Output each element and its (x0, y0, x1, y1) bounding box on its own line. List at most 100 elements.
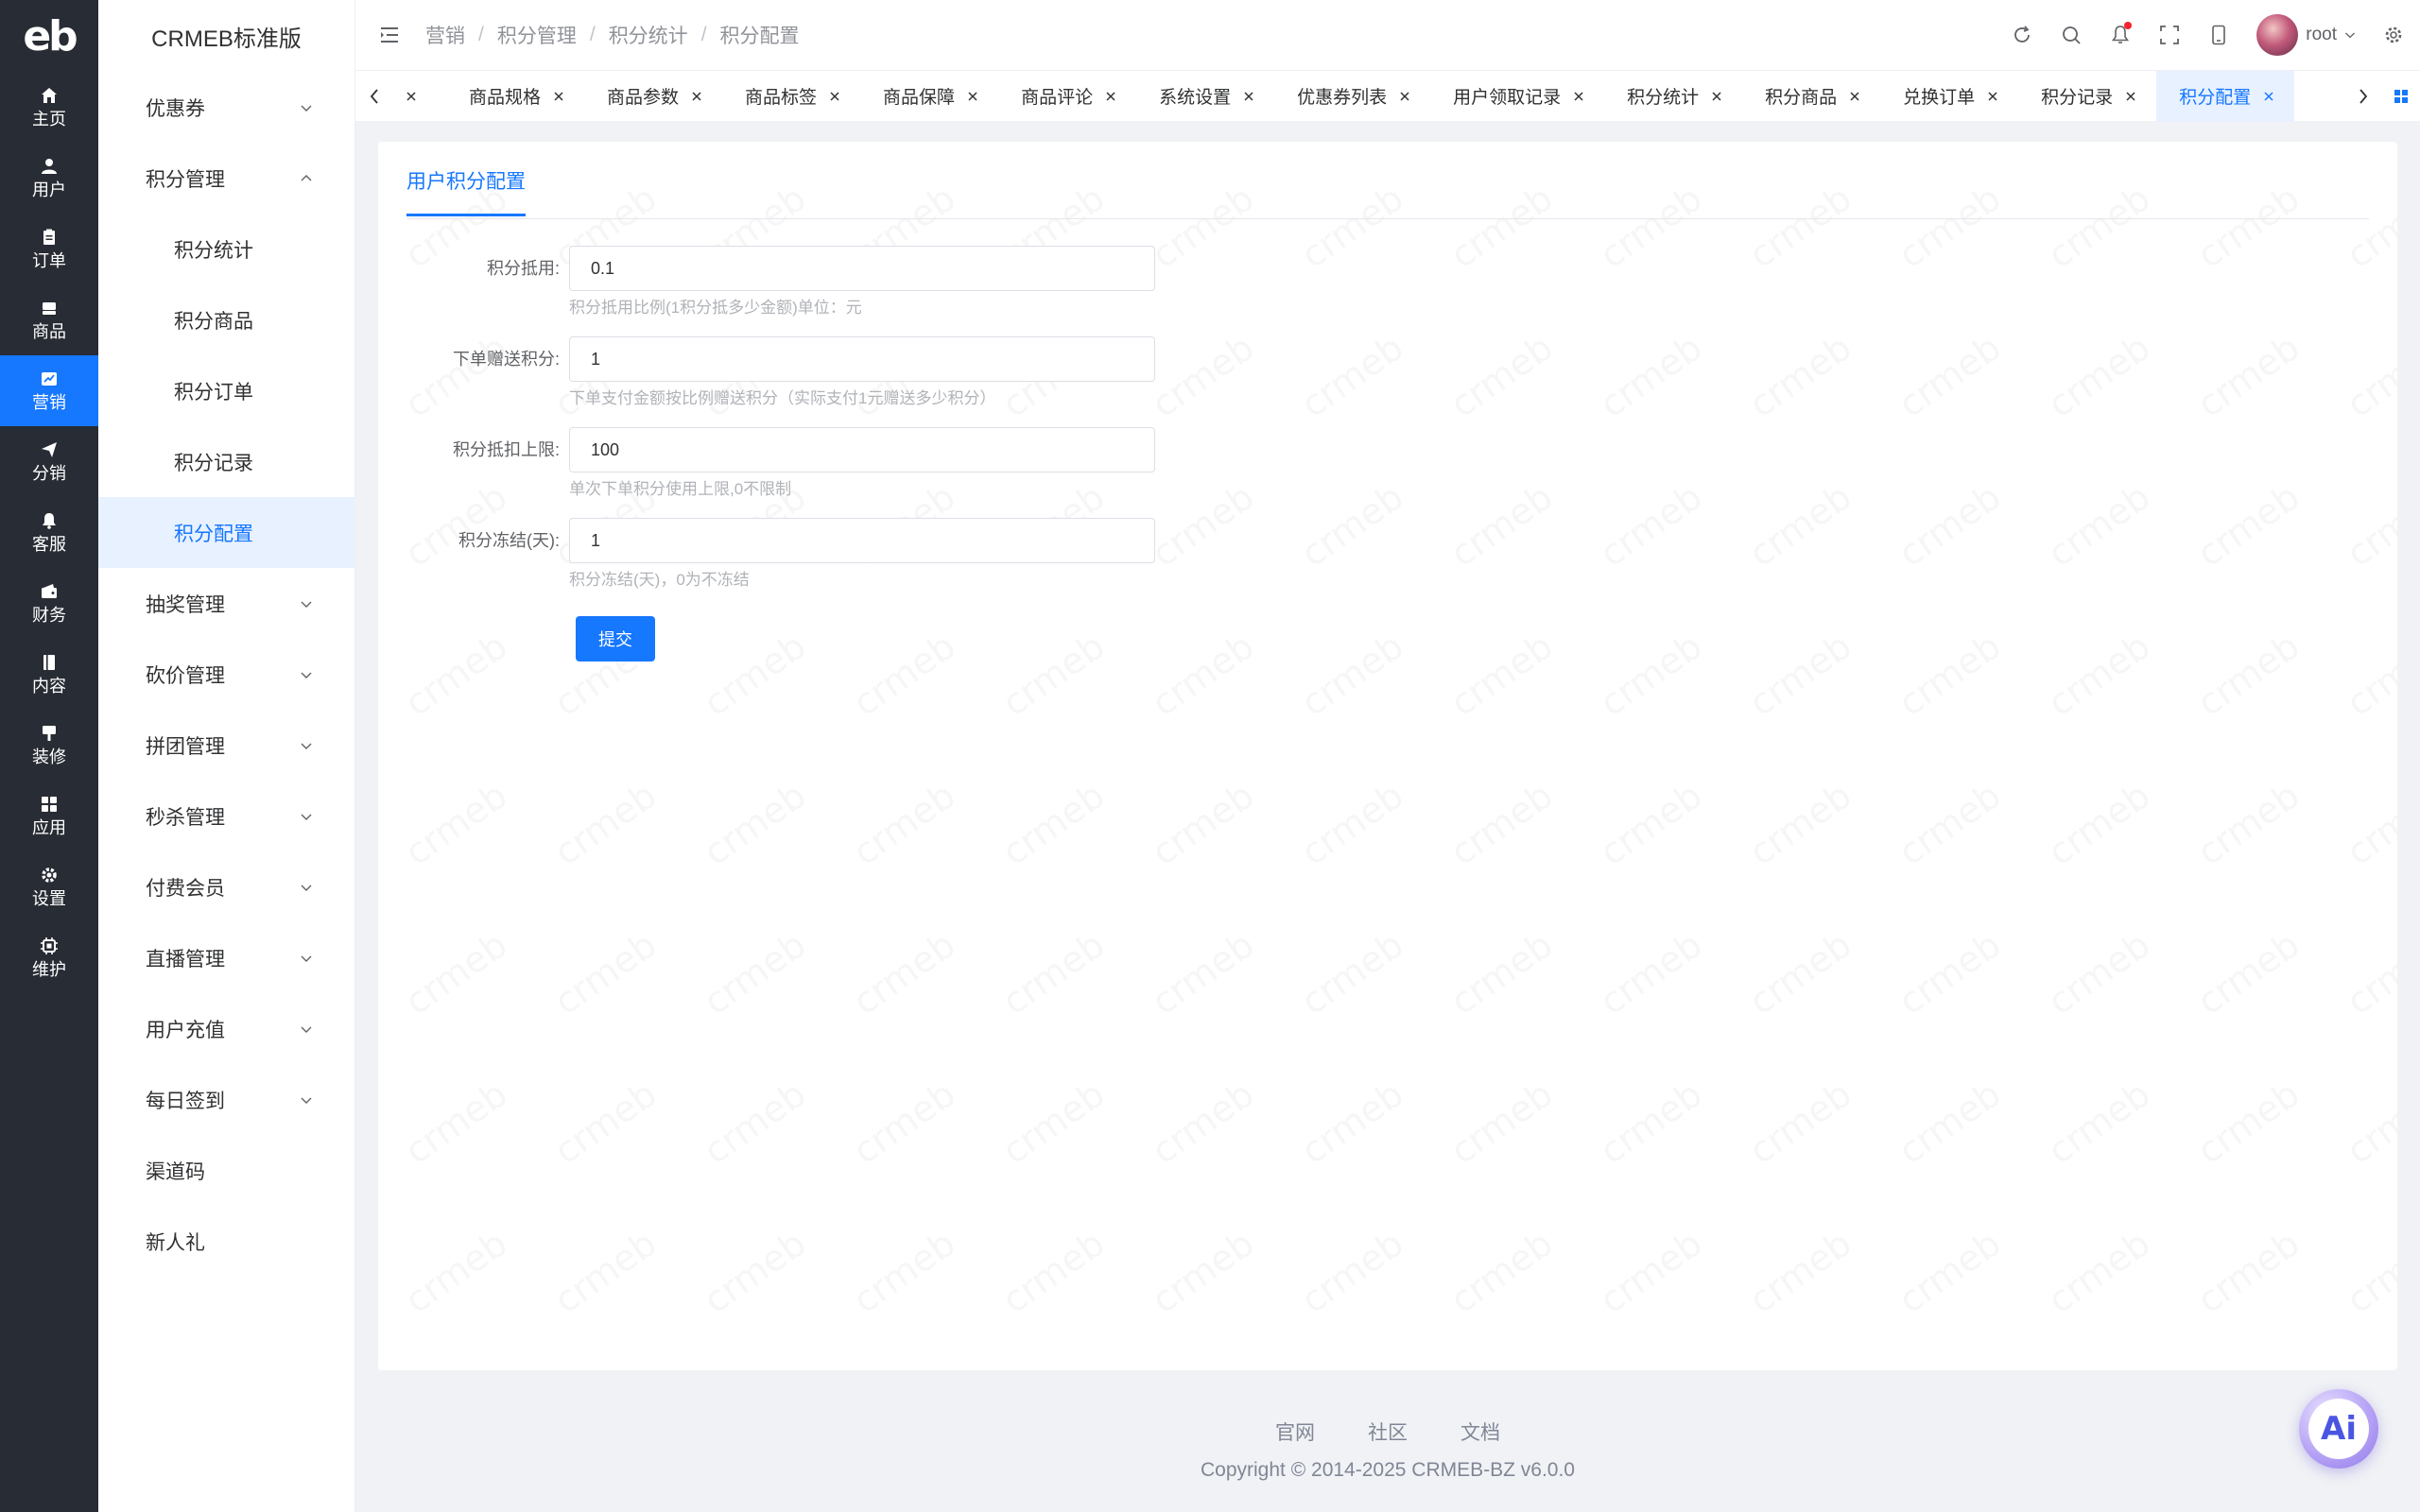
tab-system-settings[interactable]: 系统设置 (1136, 71, 1274, 122)
close-icon[interactable] (1710, 90, 1723, 103)
chevron-down-icon (301, 814, 312, 820)
submit-button[interactable]: 提交 (576, 616, 655, 662)
close-icon[interactable] (552, 90, 565, 103)
menu-group-group-buy[interactable]: 拼团管理 (98, 710, 354, 781)
grid-icon (41, 796, 58, 813)
mobile-preview-icon[interactable] (2207, 24, 2230, 46)
rail-item-distribution[interactable]: 分销 (0, 426, 98, 497)
menu-label: 渠道码 (146, 1160, 205, 1183)
tab-points-products[interactable]: 积分商品 (1742, 71, 1880, 122)
menu-group-live[interactable]: 直播管理 (98, 922, 354, 993)
copyright: Copyright © 2014-2025 CRMEB-BZ v6.0.0 (1201, 1459, 1575, 1481)
rail-item-product[interactable]: 商品 (0, 284, 98, 355)
settings-gear-icon[interactable] (2382, 24, 2405, 46)
menu-group-checkin[interactable]: 每日签到 (98, 1064, 354, 1135)
close-icon[interactable] (828, 90, 841, 103)
rail-item-order[interactable]: 订单 (0, 214, 98, 284)
chevron-down-icon[interactable] (2344, 29, 2356, 41)
fullscreen-icon[interactable] (2158, 24, 2181, 46)
close-icon[interactable] (2124, 90, 2137, 103)
refresh-icon[interactable] (2011, 24, 2033, 46)
menu-group-recharge[interactable]: 用户充值 (98, 993, 354, 1064)
close-icon[interactable] (1572, 90, 1585, 103)
tab-product-reviews[interactable]: 商品评论 (998, 71, 1136, 122)
menu-item-points-records[interactable]: 积分记录 (98, 426, 354, 497)
menu-item-channel-code[interactable]: 渠道码 (98, 1135, 354, 1206)
form-item-deduction-limit: 积分抵扣上限: 单次下单积分使用上限,0不限制 (378, 427, 2397, 499)
ai-assistant-button[interactable]: Ai (2299, 1389, 2378, 1469)
menu-group-lottery[interactable]: 抽奖管理 (98, 568, 354, 639)
footer-link-official[interactable]: 官网 (1275, 1418, 1315, 1446)
tab-label: 系统设置 (1159, 88, 1232, 108)
avatar[interactable] (2256, 14, 2299, 56)
tab-product-guarantee[interactable]: 商品保障 (860, 71, 998, 122)
app-logo[interactable]: eb (0, 0, 98, 72)
menu-item-points-stats[interactable]: 积分统计 (98, 214, 354, 284)
breadcrumb-item[interactable]: 营销 (425, 21, 465, 49)
field-hint: 积分抵用比例(1积分抵多少金额)单位：元 (569, 299, 862, 317)
search-icon[interactable] (2060, 24, 2083, 46)
close-icon[interactable] (1848, 90, 1861, 103)
rail-item-maintenance[interactable]: 维护 (0, 922, 98, 993)
chevron-down-icon (301, 955, 312, 962)
rail-item-settings[interactable]: 设置 (0, 851, 98, 922)
tabs-menu-button[interactable] (2382, 71, 2420, 122)
rail-label: 设置 (32, 888, 66, 908)
close-icon[interactable] (1398, 90, 1411, 103)
points-deduction-input[interactable] (569, 246, 1155, 291)
close-icon[interactable] (405, 90, 418, 103)
rail-item-content[interactable]: 内容 (0, 639, 98, 710)
order-gift-points-input[interactable] (569, 336, 1155, 382)
close-icon[interactable] (1104, 90, 1117, 103)
footer-link-docs[interactable]: 文档 (1461, 1418, 1500, 1446)
tab-points-config[interactable]: 积分配置 (2156, 70, 2295, 122)
menu-item-points-config[interactable]: 积分配置 (98, 497, 354, 568)
breadcrumb-item[interactable]: 积分统计 (609, 21, 688, 49)
rail-item-apps[interactable]: 应用 (0, 781, 98, 851)
field-hint: 积分冻结(天)，0为不冻结 (569, 571, 750, 589)
tab-points-stats[interactable]: 积分统计 (1604, 71, 1742, 122)
close-icon[interactable] (2262, 90, 2275, 103)
tab-product-tags[interactable]: 商品标签 (722, 71, 860, 122)
menu-item-new-gift[interactable]: 新人礼 (98, 1206, 354, 1277)
close-icon[interactable] (690, 90, 703, 103)
breadcrumb-item[interactable]: 积分管理 (497, 21, 577, 49)
menu-toggle-icon[interactable] (378, 24, 401, 46)
menu-group-points[interactable]: 积分管理 (98, 143, 354, 214)
footer-link-community[interactable]: 社区 (1368, 1418, 1408, 1446)
menu-group-flash-sale[interactable]: 秒杀管理 (98, 781, 354, 851)
home-icon (41, 87, 58, 104)
tab-user-claim-records[interactable]: 用户领取记录 (1430, 71, 1604, 122)
rail-item-marketing[interactable]: 营销 (0, 355, 98, 426)
tab-coupon-list[interactable]: 优惠券列表 (1274, 71, 1430, 122)
menu-item-points-products[interactable]: 积分商品 (98, 284, 354, 355)
tabs-scroll-left[interactable] (355, 71, 393, 122)
tab-points-records[interactable]: 积分记录 (2018, 71, 2156, 122)
menu-group-paid-member[interactable]: 付费会员 (98, 851, 354, 922)
breadcrumb-item: 积分配置 (719, 26, 800, 47)
rail-item-home[interactable]: 主页 (0, 72, 98, 143)
tab-exchange-orders[interactable]: 兑换订单 (1880, 71, 2018, 122)
close-icon[interactable] (966, 90, 979, 103)
menu-group-coupon[interactable]: 优惠券 (98, 72, 354, 143)
close-icon[interactable] (1242, 90, 1255, 103)
rail-item-decoration[interactable]: 装修 (0, 710, 98, 781)
menu-group-bargain[interactable]: 砍价管理 (98, 639, 354, 710)
breadcrumb-separator: / (700, 24, 707, 45)
deduction-limit-input[interactable] (569, 427, 1155, 472)
tab-partial[interactable] (393, 71, 446, 122)
rail-item-service[interactable]: 客服 (0, 497, 98, 568)
tabs-scroll-right[interactable] (2344, 71, 2382, 122)
rail-item-finance[interactable]: 财务 (0, 568, 98, 639)
tab-product-spec[interactable]: 商品规格 (446, 71, 584, 122)
close-icon[interactable] (1986, 90, 1999, 103)
tab-user-points-config[interactable]: 用户积分配置 (406, 166, 526, 216)
rail-item-user[interactable]: 用户 (0, 143, 98, 214)
notification-bell-icon[interactable] (2109, 22, 2133, 46)
chevron-left-icon (370, 88, 378, 104)
menu-item-points-orders[interactable]: 积分订单 (98, 355, 354, 426)
tab-product-params[interactable]: 商品参数 (584, 71, 722, 122)
tab-label: 积分记录 (2041, 88, 2114, 108)
freeze-days-input[interactable] (569, 518, 1155, 563)
username[interactable]: root (2306, 25, 2337, 45)
